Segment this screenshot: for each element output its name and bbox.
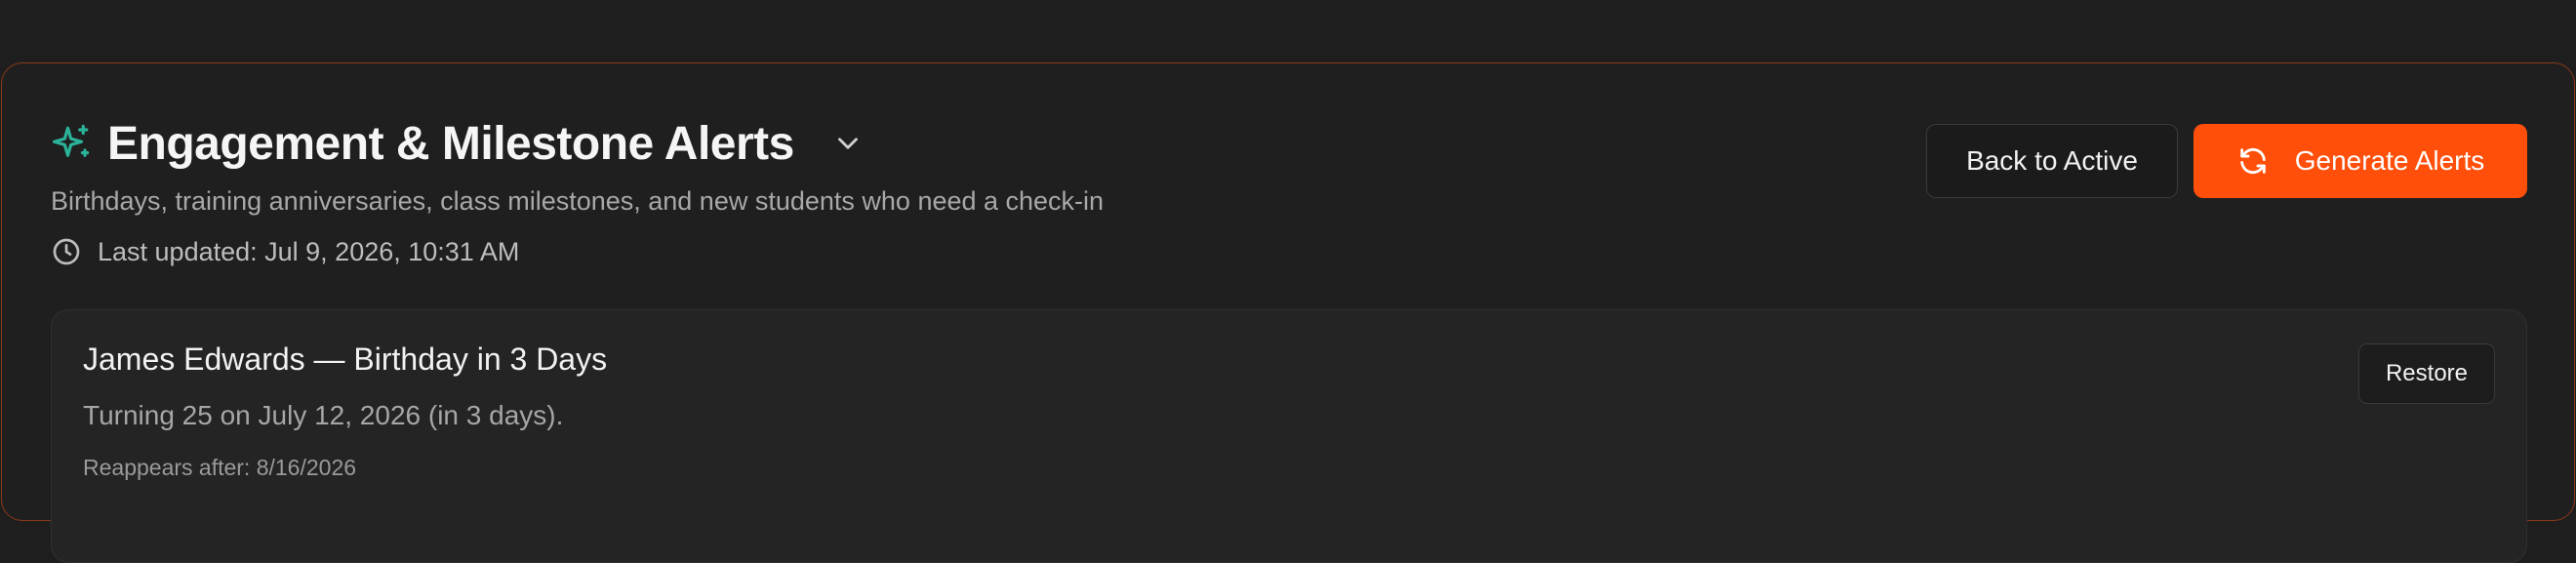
sparkle-icon bbox=[52, 124, 90, 157]
alert-card: James Edwards — Birthday in 3 Days Turni… bbox=[51, 309, 2527, 563]
back-to-active-button[interactable]: Back to Active bbox=[1926, 124, 2178, 198]
alert-reappear-date: Reappears after: 8/16/2026 bbox=[83, 455, 357, 480]
header-actions: Back to Active Generate Alerts bbox=[1926, 124, 2527, 198]
generate-alerts-button[interactable]: Generate Alerts bbox=[2194, 124, 2527, 198]
page-title: Engagement & Milestone Alerts bbox=[107, 117, 794, 170]
alerts-panel: Engagement & Milestone Alerts Birthdays,… bbox=[1, 62, 2575, 563]
alert-description: Turning 25 on July 12, 2026 (in 3 days). bbox=[83, 400, 564, 430]
refresh-icon bbox=[2239, 147, 2266, 175]
generate-alerts-label: Generate Alerts bbox=[2294, 145, 2485, 176]
chevron-down-icon[interactable] bbox=[831, 127, 865, 160]
clock-icon bbox=[53, 238, 80, 265]
alert-title: James Edwards — Birthday in 3 Days bbox=[83, 342, 608, 377]
restore-button[interactable]: Restore bbox=[2358, 343, 2495, 404]
last-updated-row: Last updated: Jul 9, 2026, 10:31 AM bbox=[51, 236, 2525, 267]
last-updated-text: Last updated: Jul 9, 2026, 10:31 AM bbox=[98, 236, 520, 266]
